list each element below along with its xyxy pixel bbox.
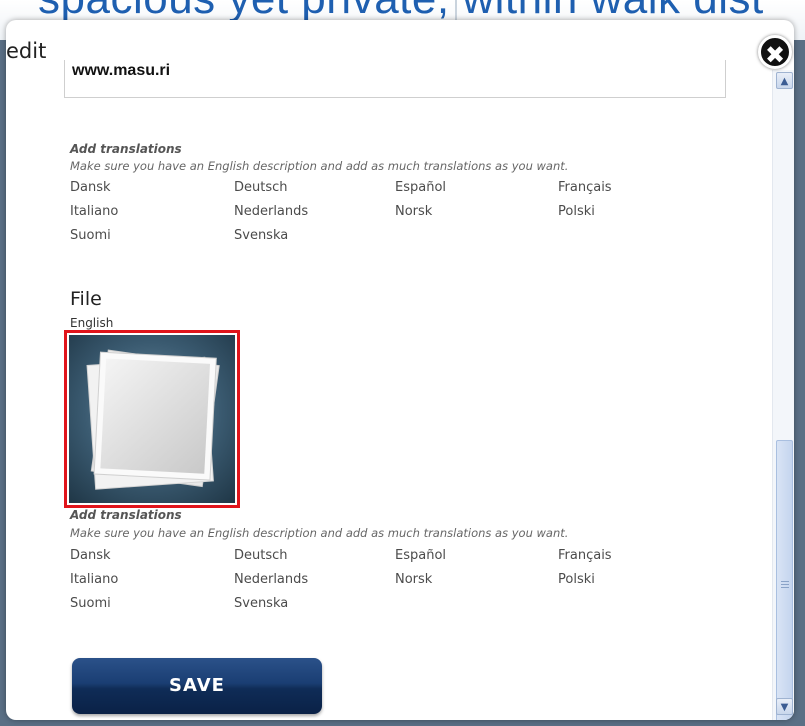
file-heading: File	[70, 288, 102, 310]
lang-link-svenska[interactable]: Svenska	[234, 596, 288, 611]
lang-link-francais[interactable]: Français	[558, 180, 612, 195]
image-placeholder-icon	[69, 335, 235, 503]
lang-link-nederlands[interactable]: Nederlands	[234, 204, 308, 219]
lang-link-deutsch[interactable]: Deutsch	[234, 548, 288, 563]
translations-hint: Make sure you have an English descriptio…	[70, 159, 569, 173]
close-icon[interactable]: ✖	[758, 35, 792, 69]
lang-link-norsk[interactable]: Norsk	[395, 572, 432, 587]
lang-link-francais[interactable]: Français	[558, 548, 612, 563]
lang-link-italiano[interactable]: Italiano	[70, 572, 118, 587]
lang-link-italiano[interactable]: Italiano	[70, 204, 118, 219]
vertical-scrollbar[interactable]: ▲ ▼	[772, 70, 794, 720]
lang-link-dansk[interactable]: Dansk	[70, 548, 111, 563]
url-input-value: www.masu.ri	[72, 62, 171, 79]
file-language-label: English	[70, 316, 114, 330]
file-thumbnail[interactable]	[64, 330, 240, 508]
lang-link-svenska[interactable]: Svenska	[234, 228, 288, 243]
lang-link-suomi[interactable]: Suomi	[70, 596, 111, 611]
lang-link-polski[interactable]: Polski	[558, 204, 595, 219]
translations-hint: Make sure you have an English descriptio…	[70, 526, 569, 540]
add-translations-heading: Add translations	[70, 142, 182, 156]
add-translations-heading: Add translations	[70, 508, 182, 522]
lang-link-dansk[interactable]: Dansk	[70, 180, 111, 195]
modal-title: edit	[6, 39, 47, 63]
modal-content: edit www.masu.ri Add translations Make s…	[6, 20, 771, 720]
scrollbar-thumb[interactable]	[776, 440, 793, 720]
lang-link-suomi[interactable]: Suomi	[70, 228, 111, 243]
chevron-down-icon[interactable]: ▼	[776, 698, 793, 715]
lang-link-espanol[interactable]: Español	[395, 548, 446, 563]
edit-modal: edit www.masu.ri Add translations Make s…	[6, 20, 794, 720]
lang-link-espanol[interactable]: Español	[395, 180, 446, 195]
lang-link-polski[interactable]: Polski	[558, 572, 595, 587]
chevron-up-icon[interactable]: ▲	[776, 72, 793, 89]
lang-link-norsk[interactable]: Norsk	[395, 204, 432, 219]
save-button[interactable]: SAVE	[72, 658, 322, 714]
lang-link-nederlands[interactable]: Nederlands	[234, 572, 308, 587]
lang-link-deutsch[interactable]: Deutsch	[234, 180, 288, 195]
scrollbar-grip	[781, 581, 789, 590]
